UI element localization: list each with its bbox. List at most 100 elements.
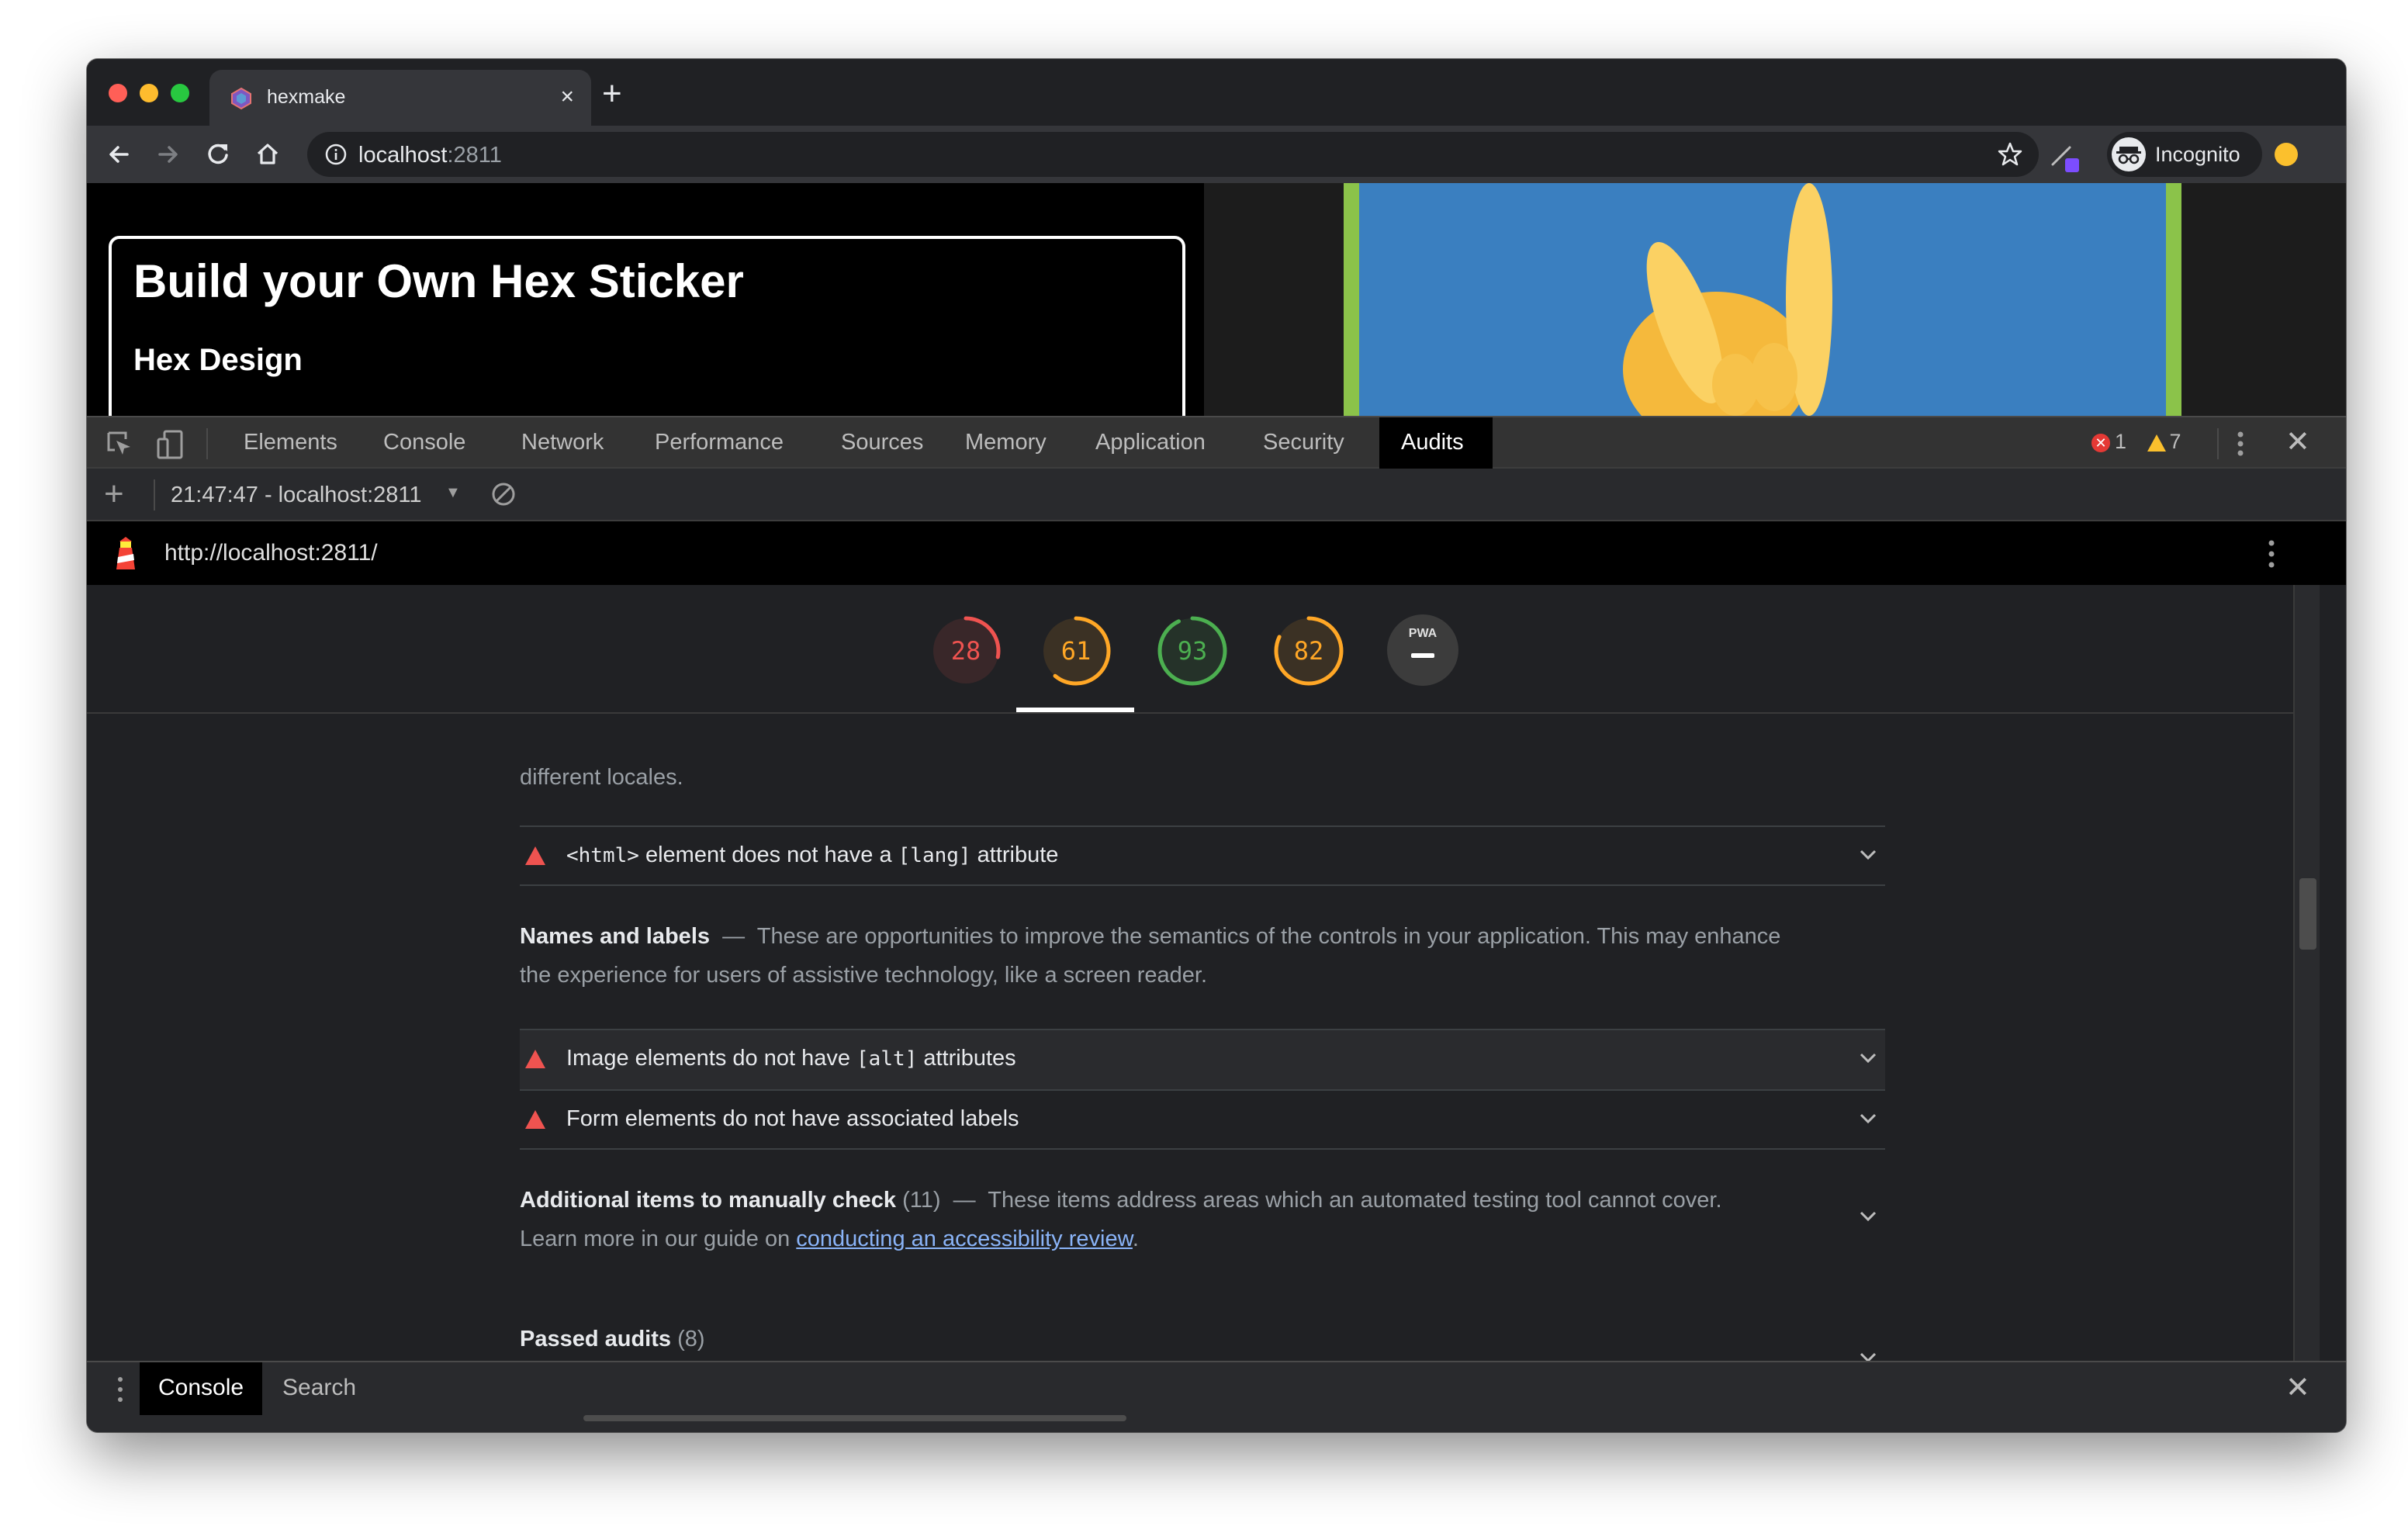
pwa-dash-icon (1411, 653, 1434, 658)
tab-elements[interactable]: Elements (222, 417, 359, 469)
warning-icon (2147, 434, 2166, 452)
forward-icon[interactable] (152, 138, 185, 171)
sticker-preview-image (1344, 183, 2181, 416)
report-scrollbar[interactable] (2293, 585, 2320, 1361)
tab-audits[interactable]: Audits (1379, 417, 1493, 469)
report-menu-icon[interactable] (2265, 537, 2278, 571)
group-dash: — (722, 924, 746, 949)
chevron-down-icon[interactable] (1859, 1210, 1877, 1223)
devtools-menu-icon[interactable] (2233, 428, 2248, 459)
group-manual-checks[interactable]: Additional items to manually check (11) … (520, 1181, 1808, 1258)
partial-description: different locales. (520, 765, 683, 790)
chevron-down-icon[interactable] (1859, 849, 1877, 861)
report-select-caret-icon[interactable]: ▼ (445, 484, 461, 502)
update-available-icon[interactable] (2275, 143, 2298, 166)
address-bar[interactable]: localhost:2811 (307, 132, 2039, 177)
group-count: (11) (902, 1188, 941, 1213)
passed-count: (8) (677, 1327, 705, 1351)
score-gauge-accessibility[interactable]: 61 (1040, 614, 1112, 687)
fail-triangle-icon (525, 1050, 545, 1068)
home-icon[interactable] (251, 138, 284, 171)
audit-title-part: Image elements do not have (566, 1046, 857, 1071)
tab-application[interactable]: Application (1074, 417, 1227, 469)
audit-title: Form elements do not have associated lab… (566, 1106, 1019, 1131)
group-title: Names and labels (520, 924, 710, 949)
chevron-down-icon[interactable] (1859, 1052, 1877, 1064)
tab-sources[interactable]: Sources (819, 417, 945, 469)
tab-performance[interactable]: Performance (633, 417, 805, 469)
extension-icon[interactable] (2046, 137, 2084, 174)
inspect-element-icon[interactable] (102, 427, 137, 461)
issue-counts[interactable]: ✕ 1 7 (2091, 430, 2181, 458)
audit-title-part: attributes (917, 1046, 1016, 1071)
new-audit-button[interactable]: + (104, 476, 124, 512)
toolbar-divider (154, 479, 155, 510)
close-window-button[interactable] (109, 84, 127, 102)
passed-audits-header[interactable]: Passed audits (8) (520, 1327, 705, 1352)
page-subtitle: Hex Design (133, 343, 303, 377)
fail-triangle-icon (525, 1110, 545, 1129)
reload-icon[interactable] (202, 138, 234, 171)
error-icon: ✕ (2091, 433, 2110, 452)
tab-title: hexmake (267, 86, 346, 108)
toolbar-divider (2217, 428, 2219, 459)
active-gauge-indicator (1016, 708, 1134, 712)
devtools-drawer: Console Search ✕ (87, 1361, 2346, 1432)
score-value: 82 (1293, 636, 1324, 666)
error-count: 1 (2115, 430, 2127, 453)
accessibility-review-link[interactable]: conducting an accessibility review (796, 1227, 1133, 1251)
report-select[interactable]: 21:47:47 - localhost:2811 (171, 483, 422, 508)
profile-label: Incognito (2155, 143, 2240, 166)
audit-title-part: element does not have a (638, 843, 898, 867)
chevron-down-icon[interactable] (1859, 1351, 1877, 1361)
scrollbar-thumb[interactable] (2299, 878, 2316, 950)
tab-console[interactable]: Console (362, 417, 487, 469)
audit-code: [lang] (898, 844, 971, 867)
maximize-window-button[interactable] (171, 84, 189, 102)
minimize-window-button[interactable] (140, 84, 158, 102)
audit-title-part: attribute (970, 843, 1059, 867)
drawer-scrollbar[interactable] (583, 1415, 1126, 1421)
url-port: :2811 (447, 143, 502, 168)
score-gauge-performance[interactable]: 28 (929, 614, 1002, 687)
devtools-tab-strip: Elements Console Network Performance Sou… (87, 416, 2346, 469)
tab-security[interactable]: Security (1241, 417, 1366, 469)
score-value: 61 (1060, 636, 1092, 666)
tab-memory[interactable]: Memory (943, 417, 1068, 469)
audit-title: Image elements do not have [alt] attribu… (566, 1046, 1016, 1071)
drawer-tab-search[interactable]: Search (264, 1362, 375, 1415)
score-gauge-best-practices[interactable]: 93 (1156, 614, 1229, 687)
browser-tab[interactable]: hexmake × (209, 70, 591, 126)
audit-row-form-labels[interactable]: Form elements do not have associated lab… (520, 1089, 1885, 1150)
report-url[interactable]: http://localhost:2811/ (164, 540, 378, 566)
device-toolbar-icon[interactable] (154, 427, 188, 461)
clear-reports-icon[interactable] (490, 481, 517, 507)
chevron-down-icon[interactable] (1859, 1113, 1877, 1125)
audit-row-image-alt[interactable]: Image elements do not have [alt] attribu… (520, 1029, 1885, 1089)
bookmark-star-icon[interactable] (1997, 141, 2023, 168)
incognito-profile-button[interactable]: Incognito (2107, 132, 2262, 177)
tab-bar: hexmake × + (87, 59, 2346, 126)
back-icon[interactable] (102, 138, 135, 171)
tab-network[interactable]: Network (500, 417, 625, 469)
new-tab-button[interactable]: + (602, 74, 622, 113)
site-info-icon[interactable] (324, 143, 348, 166)
audit-code: <html> (566, 844, 639, 867)
score-value: 93 (1177, 636, 1208, 666)
toolbar-divider (206, 428, 208, 459)
score-gauge-seo[interactable]: 82 (1272, 614, 1345, 687)
url-host: localhost (358, 143, 448, 168)
browser-window: hexmake × + localhost:2811 Incognito Bui… (87, 59, 2346, 1432)
lighthouse-header: http://localhost:2811/ (87, 521, 2346, 585)
drawer-tab-console[interactable]: Console (140, 1362, 263, 1415)
drawer-menu-icon[interactable] (116, 1375, 124, 1404)
pwa-badge[interactable]: PWA (1387, 614, 1458, 686)
browser-toolbar: localhost:2811 Incognito (87, 126, 2346, 183)
tab-close-icon[interactable]: × (560, 81, 574, 113)
hex-favicon-icon (231, 87, 251, 110)
devtools-close-icon[interactable]: ✕ (2285, 425, 2310, 459)
lighthouse-report: 28 61 93 82 PWA different locales. <html… (87, 585, 2293, 1361)
audit-row-html-lang[interactable]: <html> element does not have a [lang] at… (520, 825, 1885, 886)
drawer-close-icon[interactable]: ✕ (2285, 1369, 2310, 1407)
group-names-and-labels: Names and labels — These are opportuniti… (520, 917, 1808, 995)
